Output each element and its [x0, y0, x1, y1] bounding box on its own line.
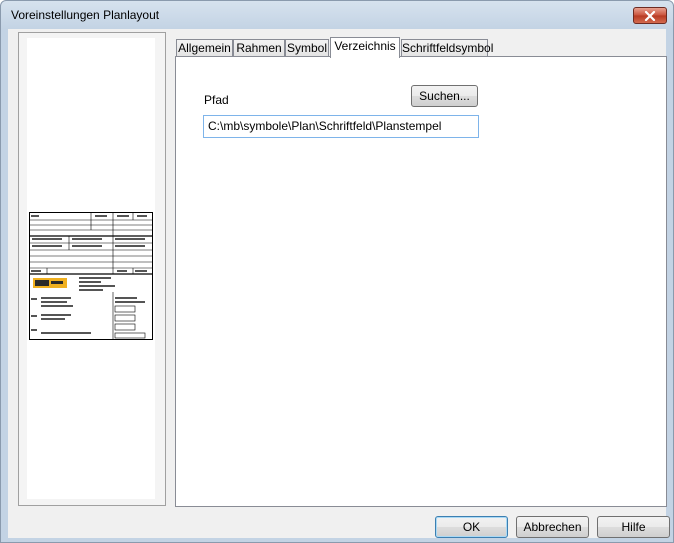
tab-symbol[interactable]: Symbol [285, 39, 329, 57]
layout-preview [18, 32, 166, 506]
title-block-thumbnail [29, 212, 153, 340]
window-title: Voreinstellungen Planlayout [11, 8, 160, 22]
close-icon [644, 10, 656, 21]
ok-button[interactable]: OK [435, 516, 508, 538]
title-bar: Voreinstellungen Planlayout [1, 1, 673, 29]
tab-schriftfeldsymbol[interactable]: Schriftfeldsymbol [401, 39, 493, 57]
preview-paper [27, 38, 155, 499]
dialog-window: Voreinstellungen Planlayout Allgemein Ra… [0, 0, 674, 543]
path-label: Pfad [204, 93, 229, 107]
tab-rahmen[interactable]: Rahmen [233, 39, 285, 57]
tab-verzeichnis[interactable]: Verzeichnis [330, 37, 400, 58]
close-button[interactable] [633, 7, 667, 24]
browse-button[interactable]: Suchen... [411, 85, 478, 107]
tab-allgemein[interactable]: Allgemein [176, 39, 233, 57]
cancel-button[interactable]: Abbrechen [516, 516, 589, 538]
help-button[interactable]: Hilfe [597, 516, 670, 538]
tab-panel-verzeichnis: Pfad Suchen... C:\mb\symbole\Plan\Schrif… [175, 56, 667, 507]
dialog-client-area: Allgemein Rahmen Symbol Verzeichnis Schr… [8, 29, 670, 538]
path-input[interactable]: C:\mb\symbole\Plan\Schriftfeld\Planstemp… [203, 115, 479, 138]
